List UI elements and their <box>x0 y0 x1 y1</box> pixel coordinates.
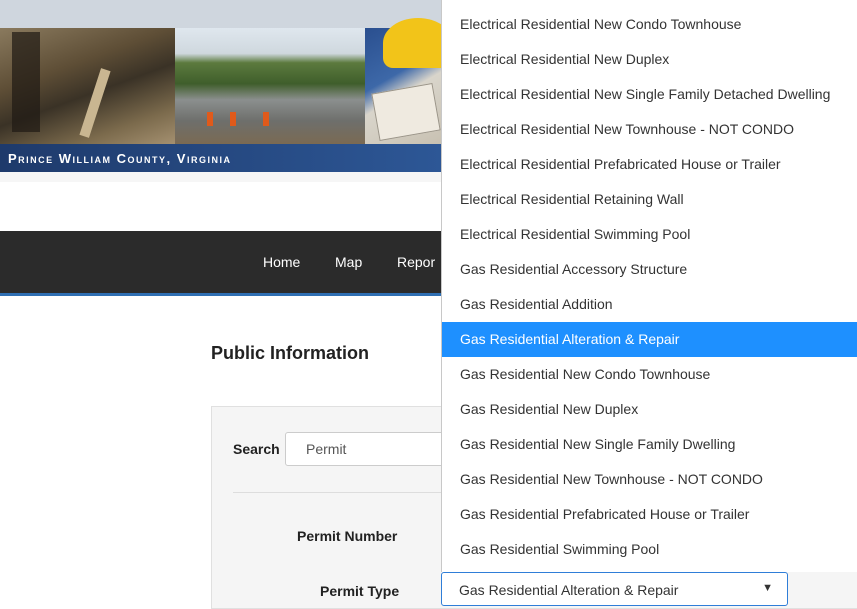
panel-divider <box>233 492 441 493</box>
traffic-cone <box>263 112 269 126</box>
banner-shadow <box>0 172 441 182</box>
search-label: Search <box>233 441 280 457</box>
dropdown-option[interactable]: Electrical Residential New Townhouse - N… <box>442 112 857 147</box>
dropdown-option[interactable]: Gas Residential Alteration & Repair <box>442 322 857 357</box>
road-work-photo <box>175 28 365 144</box>
dropdown-option[interactable]: Electrical Residential New Single Family… <box>442 77 857 112</box>
dropdown-option[interactable]: Electrical Residential New Duplex <box>442 42 857 77</box>
dropdown-option[interactable]: Electrical Residential Retaining Wall <box>442 182 857 217</box>
dropdown-option[interactable]: Electrical Residential Swimming Pool <box>442 217 857 252</box>
permit-type-value: Gas Residential Alteration & Repair <box>459 582 679 598</box>
traffic-cone <box>230 112 236 126</box>
permit-type-select[interactable]: Gas Residential Alteration & Repair ▼ <box>441 572 788 606</box>
county-banner: Prince William County, Virginia <box>0 0 441 172</box>
caret-down-icon: ▼ <box>762 582 773 594</box>
nav-map[interactable]: Map <box>335 254 362 270</box>
dropdown-option[interactable]: Gas Residential Accessory Structure <box>442 252 857 287</box>
construction-photo <box>0 28 175 144</box>
permit-type-dropdown-list: Electrical Residential New Condo Townhou… <box>441 0 857 572</box>
county-name: Prince William County, Virginia <box>8 151 232 166</box>
nav-reports[interactable]: Repor <box>397 254 435 270</box>
permit-type-label: Permit Type <box>320 583 400 599</box>
hard-hat-photo <box>365 18 441 144</box>
dropdown-option[interactable]: Electrical Residential Prefabricated Hou… <box>442 147 857 182</box>
traffic-cone <box>207 112 213 126</box>
dropdown-option[interactable]: Gas Residential New Townhouse - NOT COND… <box>442 462 857 497</box>
search-type-input[interactable] <box>285 432 445 466</box>
dropdown-option[interactable]: Gas Residential New Condo Townhouse <box>442 357 857 392</box>
page-title: Public Information <box>211 343 370 363</box>
dropdown-option[interactable]: Electrical Residential New Condo Townhou… <box>442 7 857 42</box>
nav-home[interactable]: Home <box>263 254 300 270</box>
dropdown-option[interactable]: Gas Residential Addition <box>442 287 857 322</box>
dropdown-option[interactable]: Gas Residential Prefabricated House or T… <box>442 497 857 532</box>
dropdown-option[interactable]: Gas Residential New Single Family Dwelli… <box>442 427 857 462</box>
permit-number-label: Permit Number <box>297 528 398 544</box>
dropdown-option[interactable]: Gas Residential Swimming Pool <box>442 532 857 567</box>
dropdown-option[interactable]: Gas Residential New Duplex <box>442 392 857 427</box>
